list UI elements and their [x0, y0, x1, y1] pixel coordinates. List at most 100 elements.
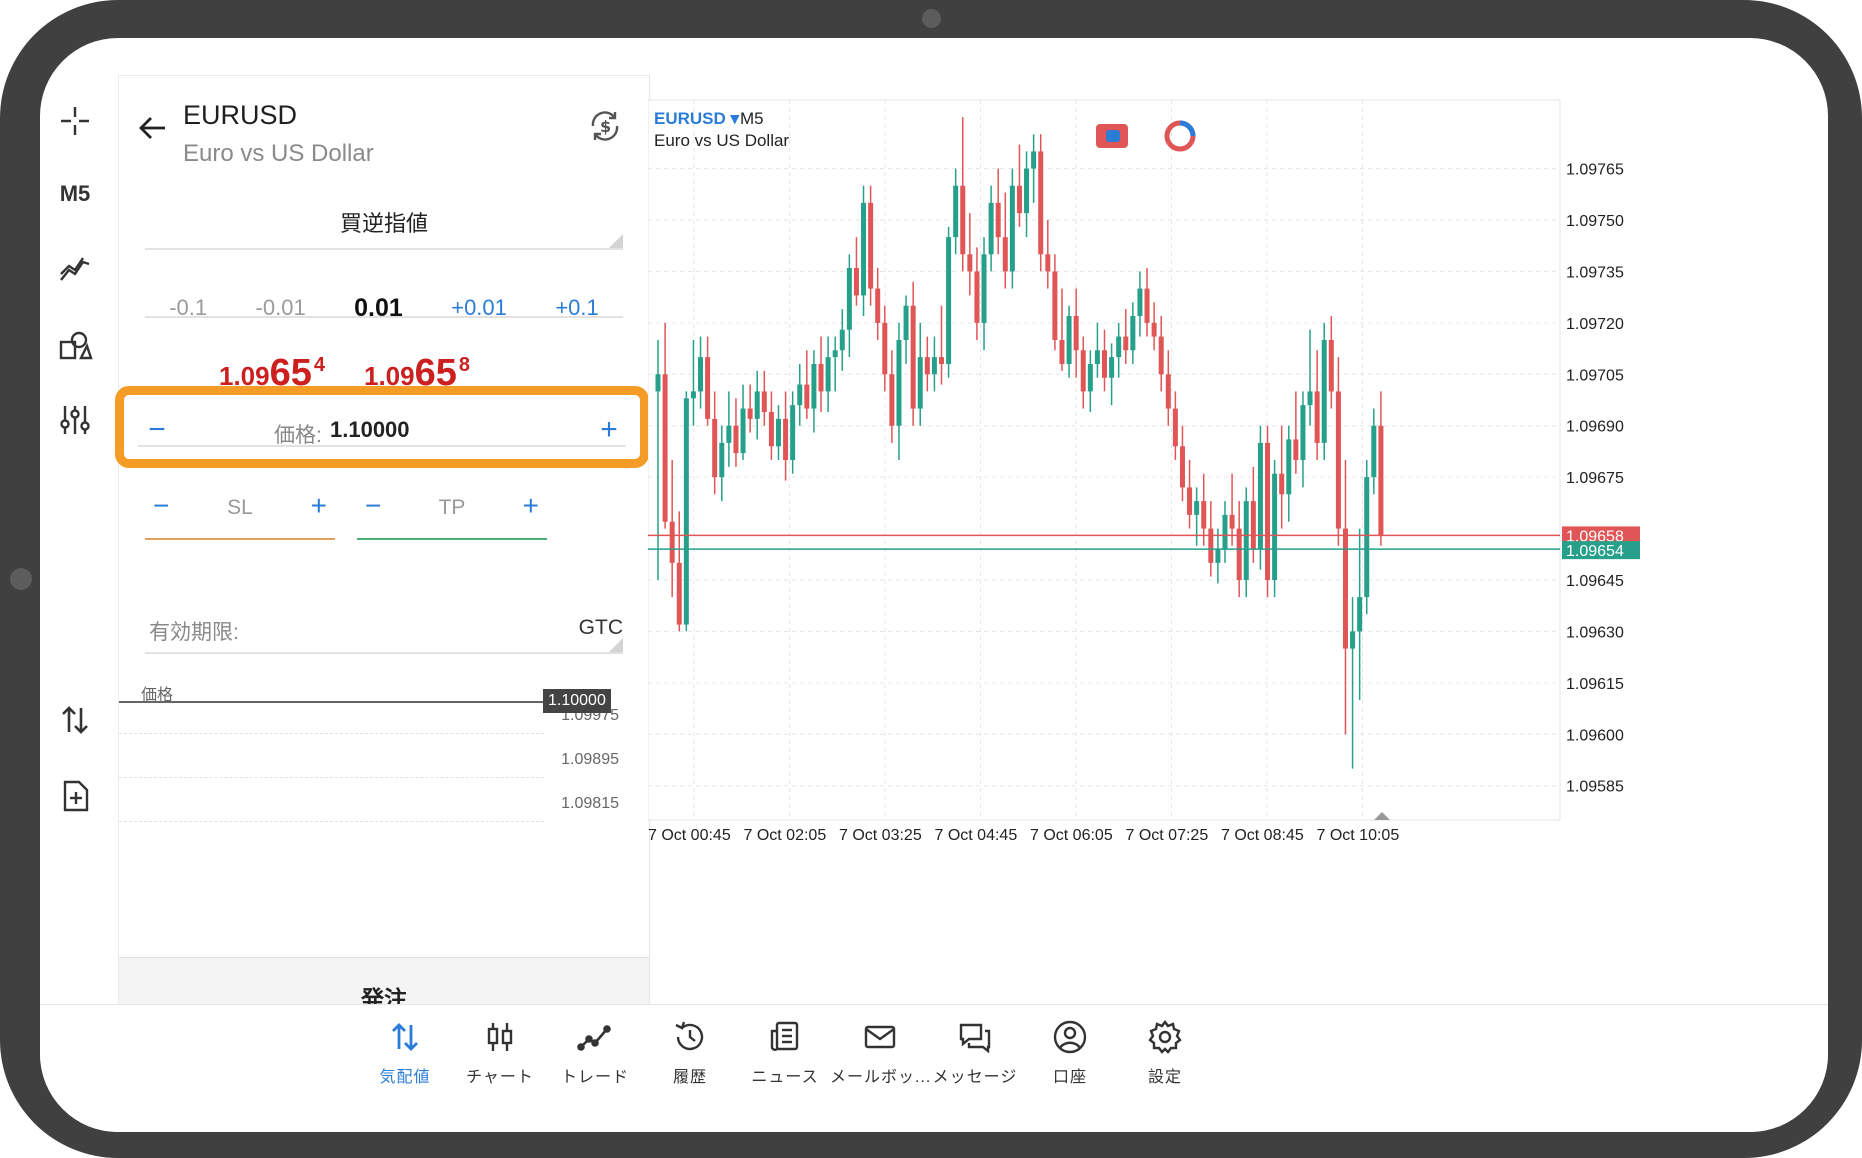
swap-dollar-icon[interactable]: $: [585, 106, 625, 146]
candle-body: [931, 357, 937, 375]
symbol-name: EURUSD: [183, 100, 298, 130]
candle-body: [861, 202, 867, 296]
candle-body: [1201, 501, 1207, 529]
nav-messages[interactable]: メッセージ: [925, 1019, 1025, 1087]
order-type-select[interactable]: 買逆指値: [145, 206, 623, 246]
order-panel: EURUSD Euro vs US Dollar $ 買逆指値 -0.1 -0.…: [115, 75, 650, 1041]
candle-body: [1314, 391, 1320, 443]
nav-trade[interactable]: トレード: [545, 1019, 645, 1087]
candle-body: [981, 254, 987, 323]
candle-body: [1038, 151, 1044, 255]
price-input[interactable]: 1.10000: [330, 417, 410, 443]
candle-body: [1045, 254, 1051, 272]
timeframe-label: M5: [59, 181, 91, 206]
candle-body: [1158, 336, 1164, 375]
indicators-icon[interactable]: [50, 248, 100, 292]
settings-sliders-icon[interactable]: [50, 398, 100, 442]
candle-body: [726, 425, 732, 443]
candle-body: [1300, 405, 1306, 460]
candle-body: [818, 364, 824, 392]
candle-body: [903, 305, 909, 340]
nav-account[interactable]: 口座: [1020, 1019, 1120, 1087]
volume-stepper: -0.1 -0.01 0.01 +0.01 +0.1: [145, 288, 623, 328]
candle-body: [1357, 597, 1363, 632]
candle-body: [1194, 501, 1200, 515]
nav-quotes[interactable]: 気配値: [355, 1019, 455, 1087]
order-type-underline: [145, 248, 623, 250]
nav-label: ニュース: [751, 1069, 819, 1086]
new-order-icon[interactable]: [50, 774, 100, 818]
candle-body: [995, 202, 1001, 238]
candle-body: [1371, 425, 1377, 478]
candle-body: [938, 357, 944, 364]
candle-body: [790, 405, 796, 460]
x-tick-label: 7 Oct 08:45: [1221, 827, 1304, 844]
candle-body: [960, 185, 966, 255]
tp-increase-button[interactable]: +: [523, 490, 539, 522]
candle-body: [1364, 477, 1370, 598]
timeframe-button[interactable]: M5: [50, 172, 100, 216]
mini-chart-price-line: [119, 701, 549, 703]
y-tick-label: 1.09720: [1566, 316, 1624, 333]
nav-chart[interactable]: チャート: [450, 1019, 550, 1087]
one-click-trading-icon[interactable]: [50, 698, 100, 742]
crosshair-icon[interactable]: [50, 99, 100, 143]
candle-body: [712, 418, 718, 478]
camera: [922, 9, 941, 28]
candle-body: [1265, 442, 1271, 580]
mini-chart-current-price: 1.10000: [543, 689, 611, 713]
candle-body: [1378, 425, 1384, 536]
candle-body: [853, 268, 859, 296]
candle-body: [775, 418, 781, 447]
y-tick-label: 1.09690: [1566, 419, 1624, 436]
candle-body: [988, 202, 994, 255]
mail-icon: [864, 1025, 896, 1049]
volume-value[interactable]: 0.01: [354, 294, 403, 323]
screen: M5 EURUSD Euro vs US Dollar $ 買逆指値 -0.1 …: [40, 38, 1828, 1132]
objects-icon[interactable]: [50, 324, 100, 368]
candle-body: [1009, 185, 1015, 272]
x-tick-label: 7 Oct 02:05: [744, 827, 827, 844]
candle-body: [825, 357, 831, 392]
nav-history[interactable]: 履歴: [640, 1019, 740, 1087]
candle-body: [1116, 336, 1122, 358]
candle-body: [1080, 350, 1086, 392]
candle-body: [1350, 631, 1356, 649]
candle-body: [882, 322, 888, 375]
candle-body: [1236, 528, 1242, 580]
tp-field[interactable]: − TP +: [357, 484, 547, 540]
x-tick-label: 7 Oct 03:25: [839, 827, 922, 844]
sl-increase-button[interactable]: +: [311, 490, 327, 522]
expiry-select[interactable]: GTC: [579, 616, 623, 640]
nav-label: 設定: [1147, 1069, 1182, 1086]
back-arrow-icon[interactable]: [135, 110, 171, 146]
one-click-buy-icon: [1106, 130, 1120, 142]
candle-body: [1059, 340, 1065, 364]
candle-body: [1094, 350, 1100, 364]
chart-canvas[interactable]: 7 Oct 00:45 7 Oct 02:05 7 Oct 03:25 7 Oct 0…: [648, 76, 1828, 856]
candle-body: [676, 562, 682, 625]
nav-mailbox[interactable]: メールボッ...: [830, 1019, 930, 1087]
nav-news[interactable]: ニュース: [735, 1019, 835, 1087]
candle-body: [1321, 340, 1327, 443]
candle-body: [768, 412, 774, 447]
candle-body: [868, 202, 874, 289]
price-decrease-button[interactable]: −: [142, 413, 172, 447]
y-tick-label: 1.09645: [1566, 573, 1624, 590]
candle-body: [1208, 528, 1214, 563]
x-tick-label: 7 Oct 04:45: [935, 827, 1018, 844]
mini-chart-tick: 1.09895: [561, 751, 619, 768]
bottom-navigation: 気配値 チャート トレード 履歴 ニュース メールボッ... メッセージ 口座 …: [40, 1004, 1828, 1132]
candle-body: [1257, 442, 1263, 550]
nav-label: チャート: [466, 1069, 534, 1086]
dropdown-corner-icon: [609, 234, 623, 248]
candle-body: [655, 374, 661, 392]
chart-description: Euro vs US Dollar: [654, 131, 789, 150]
candle-body: [1066, 316, 1072, 364]
price-chart[interactable]: 7 Oct 00:45 7 Oct 02:05 7 Oct 03:25 7 Oct 0…: [648, 76, 1828, 856]
nav-settings[interactable]: 設定: [1115, 1019, 1215, 1087]
candle-body: [1215, 549, 1221, 563]
price-increase-button[interactable]: +: [594, 413, 624, 447]
sl-field[interactable]: − SL +: [145, 484, 335, 540]
candle-body: [690, 391, 696, 399]
